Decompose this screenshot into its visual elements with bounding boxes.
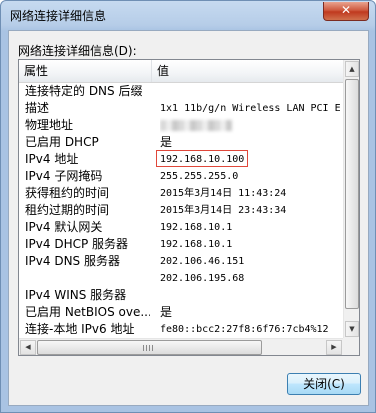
- column-header-value[interactable]: 值: [152, 60, 343, 82]
- property-value: 是: [160, 305, 173, 319]
- property-value: 202.106.46.151: [160, 256, 245, 267]
- property-name: IPv4 子网掩码: [25, 169, 103, 183]
- property-name: 连接-本地 IPv6 地址: [25, 322, 135, 336]
- title-bar[interactable]: 网络连接详细信息 ✕: [1, 1, 375, 29]
- close-icon: ✕: [340, 3, 352, 17]
- redacted-mac-address: [160, 119, 232, 131]
- list-item[interactable]: 租约过期的时间 2015年3月14日 23:43:34: [19, 202, 343, 219]
- property-name: 物理地址: [25, 118, 74, 132]
- list-item[interactable]: 描述 1x1 11b/g/n Wireless LAN PCI E: [19, 100, 343, 117]
- horizontal-scroll-thumb[interactable]: [37, 340, 262, 355]
- property-name: 获得租约的时间: [25, 186, 110, 200]
- property-name: 描述: [25, 101, 50, 115]
- scroll-left-icon[interactable]: ◀: [20, 340, 36, 355]
- window-close-button[interactable]: ✕: [323, 2, 369, 21]
- property-value: [160, 117, 343, 134]
- property-name: IPv4 地址: [25, 152, 79, 166]
- list-item[interactable]: 202.106.195.68: [19, 270, 343, 287]
- list-item[interactable]: IPv4 默认网关 192.168.10.1: [19, 219, 343, 236]
- scroll-right-icon[interactable]: ▶: [326, 340, 342, 355]
- vertical-scrollbar[interactable]: ▲ ▼: [343, 60, 359, 338]
- details-label: 网络连接详细信息(D):: [18, 44, 137, 58]
- details-listview[interactable]: 属性 值 连接特定的 DNS 后缀 描述 1x1 11b/g/n Wireles…: [18, 59, 360, 356]
- property-value: 202.106.195.68: [160, 273, 245, 284]
- ipv4-highlight-box: [156, 150, 248, 167]
- horizontal-scrollbar[interactable]: ◀ ▶: [19, 338, 343, 355]
- list-item[interactable]: IPv4 DHCP 服务器 192.168.10.1: [19, 236, 343, 253]
- list-item[interactable]: 获得租约的时间 2015年3月14日 11:43:24: [19, 185, 343, 202]
- list-item[interactable]: IPv4 DNS 服务器 202.106.46.151: [19, 253, 343, 270]
- list-item[interactable]: 已启用 NetBIOS ove... 是: [19, 304, 343, 321]
- property-value: 192.168.10.1: [160, 239, 233, 250]
- list-item[interactable]: 连接特定的 DNS 后缀: [19, 83, 343, 100]
- list-header: 属性 值: [19, 60, 343, 83]
- list-item[interactable]: IPv4 地址 192.168.10.100: [19, 150, 343, 168]
- property-name: IPv4 DHCP 服务器: [25, 237, 129, 251]
- property-name: 已启用 DHCP: [25, 135, 99, 149]
- property-name: IPv4 默认网关: [25, 220, 103, 234]
- property-name: [25, 270, 150, 287]
- list-item[interactable]: 连接-本地 IPv6 地址 fe80::bcc2:27f8:6f76:7cb4%…: [19, 321, 343, 338]
- property-value: [160, 83, 343, 100]
- property-value: 2015年3月14日 11:43:24: [160, 188, 287, 199]
- column-header-property[interactable]: 属性: [19, 60, 152, 82]
- property-value: [160, 287, 343, 304]
- dialog-body: 网络连接详细信息(D): 属性 值 连接特定的 DNS 后缀 描述 1x1 11…: [8, 30, 369, 406]
- property-name: IPv4 WINS 服务器: [25, 288, 127, 302]
- list-item[interactable]: 已启用 DHCP 是: [19, 134, 343, 151]
- scroll-grip-icon: [143, 345, 155, 351]
- close-dialog-button[interactable]: 关闭(C): [287, 373, 361, 395]
- property-name: 租约过期的时间: [25, 203, 110, 217]
- window-title: 网络连接详细信息: [10, 9, 107, 23]
- property-value: 1x1 11b/g/n Wireless LAN PCI E: [160, 103, 341, 114]
- property-value: fe80::bcc2:27f8:6f76:7cb4%12: [160, 324, 329, 335]
- scroll-up-icon[interactable]: ▲: [345, 61, 359, 77]
- list-item[interactable]: IPv4 子网掩码 255.255.255.0: [19, 168, 343, 185]
- property-name: 连接特定的 DNS 后缀: [25, 84, 143, 98]
- vertical-scroll-thumb[interactable]: [345, 79, 359, 309]
- list-item[interactable]: 物理地址: [19, 117, 343, 134]
- list-item[interactable]: IPv4 WINS 服务器: [19, 287, 343, 304]
- property-value: 192.168.10.1: [160, 222, 233, 233]
- scroll-down-icon[interactable]: ▼: [345, 321, 359, 337]
- property-value: 是: [160, 135, 173, 149]
- property-name: 已启用 NetBIOS ove...: [25, 305, 150, 319]
- property-name: IPv4 DNS 服务器: [25, 254, 120, 268]
- property-value: 255.255.255.0: [160, 171, 239, 182]
- list-rows: 连接特定的 DNS 后缀 描述 1x1 11b/g/n Wireless LAN…: [19, 83, 343, 353]
- property-value: 2015年3月14日 23:43:34: [160, 205, 287, 216]
- dialog-window: 网络连接详细信息 ✕ 网络连接详细信息(D): 属性 值 连接特定的 DNS 后…: [0, 0, 376, 413]
- scrollbar-corner: [343, 338, 359, 355]
